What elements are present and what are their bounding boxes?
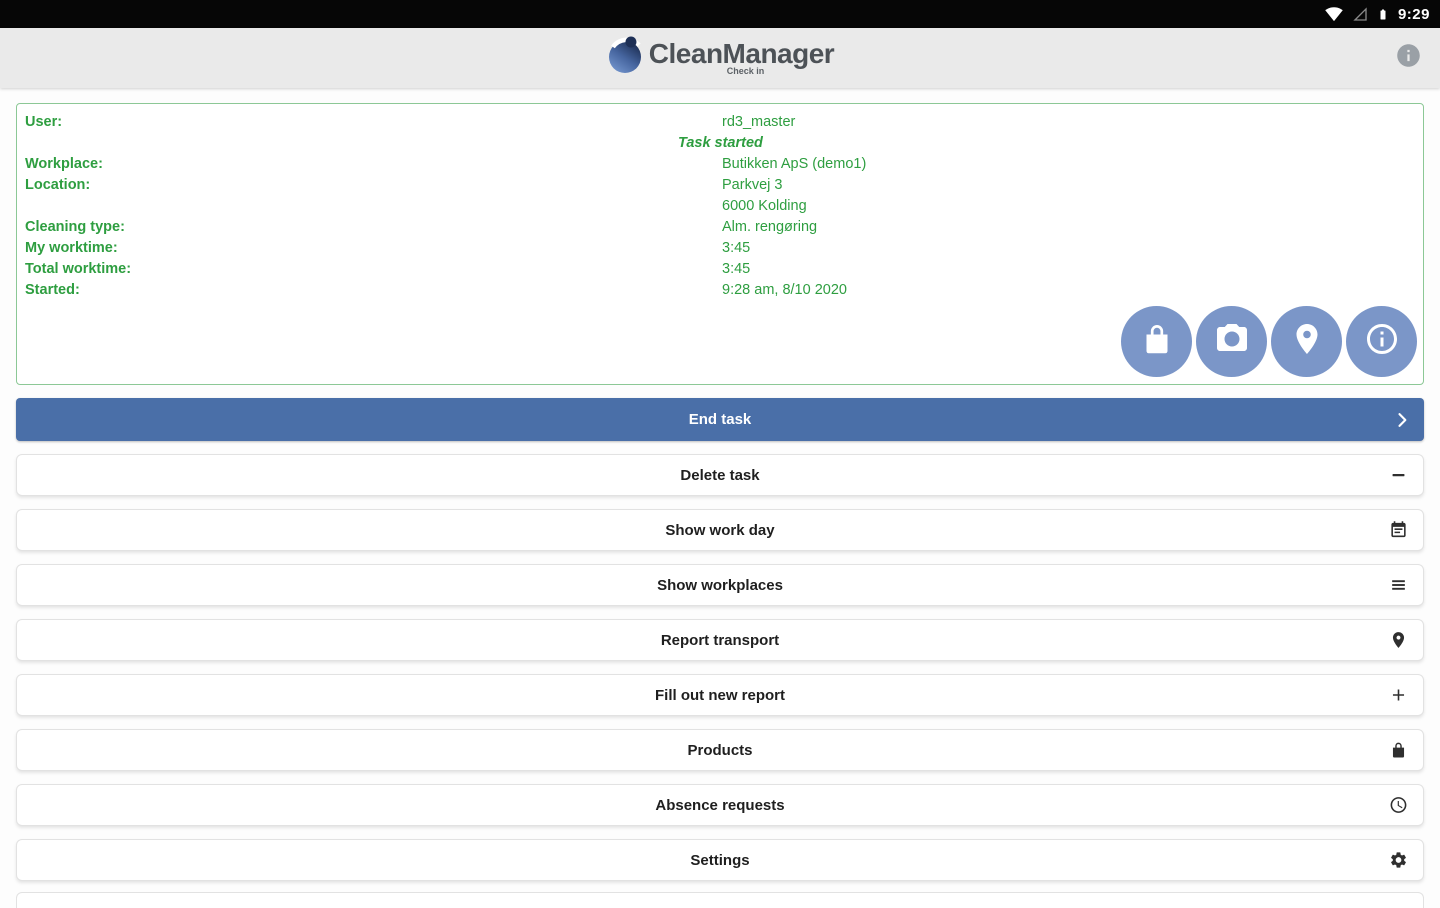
- task-label: Started:: [25, 282, 80, 298]
- camera-icon: [1214, 321, 1250, 362]
- task-row-started: Started: 9:28 am, 8/10 2020: [25, 280, 1423, 301]
- cellular-icon: [1352, 6, 1368, 22]
- info-action-button[interactable]: [1346, 306, 1417, 377]
- menu-label: Settings: [690, 851, 750, 869]
- clock-icon: [1389, 796, 1408, 815]
- menu-label: Show work day: [665, 521, 775, 539]
- task-label: Total worktime:: [25, 261, 132, 277]
- task-value: Parkvej 3: [722, 177, 783, 193]
- settings-button[interactable]: Settings: [16, 839, 1424, 881]
- cleanmanager-logo-icon: [606, 35, 646, 82]
- wifi-icon: [1325, 5, 1343, 23]
- list-icon: [1389, 576, 1408, 595]
- menu-label: Products: [687, 741, 753, 759]
- calendar-icon: [1389, 521, 1408, 540]
- task-label: [25, 196, 722, 217]
- task-label: Cleaning type:: [25, 219, 125, 235]
- location-pin-icon: [1389, 631, 1408, 650]
- menu-label: Show workplaces: [657, 576, 783, 594]
- info-icon[interactable]: [1395, 42, 1422, 74]
- app-header: CleanManager Check in: [0, 28, 1440, 88]
- report-transport-button[interactable]: Report transport: [16, 619, 1424, 661]
- task-row-user: User: rd3_master: [25, 112, 1423, 133]
- products-button[interactable]: Products: [16, 729, 1424, 771]
- gear-icon: [1389, 851, 1408, 870]
- battery-icon: [1377, 5, 1389, 24]
- menu-label: Report transport: [660, 631, 780, 649]
- menu-label: Fill out new report: [655, 686, 785, 704]
- status-time: 9:29: [1397, 5, 1430, 23]
- products-action-button[interactable]: [1121, 306, 1192, 377]
- shopping-bag-icon: [1389, 741, 1408, 760]
- end-task-button[interactable]: End task: [16, 398, 1424, 441]
- task-row-total-worktime: Total worktime: 3:45: [25, 259, 1423, 280]
- plus-icon: [1389, 686, 1408, 705]
- task-value: 9:28 am, 8/10 2020: [722, 282, 847, 298]
- minus-icon: [1389, 466, 1408, 485]
- task-label: Workplace:: [25, 156, 103, 172]
- location-pin-icon: [1289, 321, 1325, 362]
- menu-label: Delete task: [680, 466, 760, 484]
- task-row-my-worktime: My worktime: 3:45: [25, 238, 1423, 259]
- task-row-cleaning-type: Cleaning type: Alm. rengøring: [25, 217, 1423, 238]
- task-info-card: User: rd3_master Task started Workplace:…: [16, 103, 1424, 385]
- task-value: Alm. rengøring: [722, 219, 818, 235]
- end-task-label: End task: [688, 411, 752, 428]
- main-content: User: rd3_master Task started Workplace:…: [0, 103, 1440, 908]
- camera-action-button[interactable]: [1196, 306, 1267, 377]
- task-label: User:: [25, 114, 63, 130]
- show-workplaces-button[interactable]: Show workplaces: [16, 564, 1424, 606]
- task-value: Butikken ApS (demo1): [722, 156, 867, 172]
- show-work-day-button[interactable]: Show work day: [16, 509, 1424, 551]
- absence-requests-button[interactable]: Absence requests: [16, 784, 1424, 826]
- map-action-button[interactable]: [1271, 306, 1342, 377]
- task-value: 6000 Kolding: [722, 198, 807, 214]
- menu-label: Absence requests: [655, 796, 785, 814]
- task-value: rd3_master: [722, 114, 796, 130]
- task-action-buttons: [1121, 306, 1417, 377]
- task-row-location: Location: Parkvej 3: [25, 175, 1423, 196]
- fill-out-new-report-button[interactable]: Fill out new report: [16, 674, 1424, 716]
- info-outline-icon: [1364, 321, 1400, 362]
- task-label: [25, 133, 722, 154]
- task-row-city: 6000 Kolding: [25, 196, 1423, 217]
- task-label: My worktime:: [25, 240, 118, 256]
- logo-text-block: CleanManager Check in: [648, 37, 835, 76]
- task-row-status: Task started: [25, 133, 1423, 154]
- task-label: Location:: [25, 177, 91, 193]
- app-title: CleanManager: [648, 37, 835, 69]
- task-status-text: Task started: [678, 135, 763, 151]
- app-logo: CleanManager Check in: [606, 35, 835, 82]
- task-value: 3:45: [722, 261, 751, 277]
- status-bar: 9:29: [0, 0, 1440, 28]
- shopping-bag-icon: [1139, 321, 1175, 362]
- partially-visible-menu-button[interactable]: [16, 892, 1424, 908]
- chevron-right-icon: [1392, 410, 1412, 430]
- task-row-workplace: Workplace: Butikken ApS (demo1): [25, 154, 1423, 175]
- delete-task-button[interactable]: Delete task: [16, 454, 1424, 496]
- task-value: 3:45: [722, 240, 751, 256]
